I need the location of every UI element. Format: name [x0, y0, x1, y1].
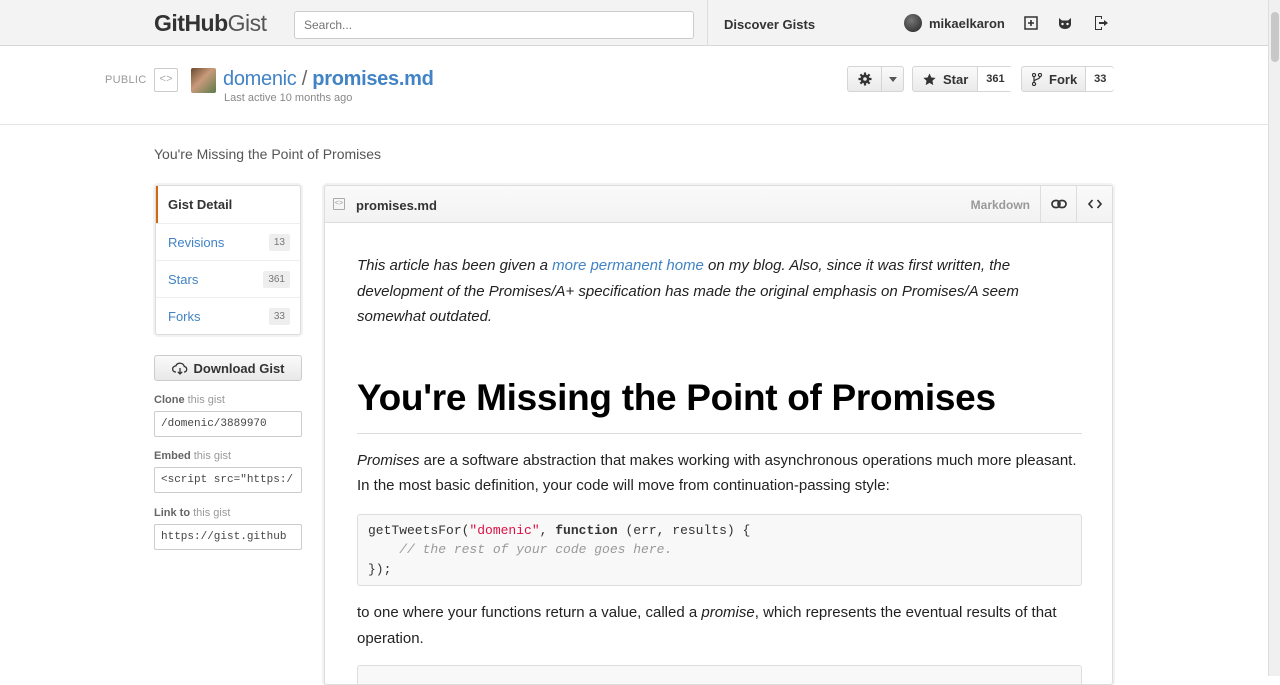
gist-description: You're Missing the Point of Promises	[154, 146, 382, 162]
cloud-download-icon	[171, 362, 187, 375]
file-code-icon: <>	[333, 198, 345, 210]
sign-out-icon[interactable]	[1092, 14, 1110, 32]
github-gist-logo[interactable]: GitHubGist	[154, 10, 267, 37]
code-icon	[1087, 199, 1102, 209]
owner-link[interactable]: domenic	[223, 68, 297, 90]
file-name[interactable]: promises.md	[356, 198, 437, 213]
file-container: <> promises.md Markdown This article has…	[324, 185, 1113, 685]
markdown-body: This article has been given a more perma…	[325, 253, 1112, 684]
last-active: Last active 10 months ago	[224, 92, 353, 104]
clone-label: Clone this gist	[154, 394, 225, 406]
gist-file-link[interactable]: promises.md	[312, 68, 433, 90]
divider	[707, 0, 708, 46]
search-input[interactable]	[294, 11, 694, 39]
link-icon	[1050, 199, 1067, 209]
username: mikaelkaron	[929, 15, 1005, 31]
link-url-field[interactable]: https://gist.github	[154, 524, 302, 550]
sidebar-item-stars[interactable]: Stars 361	[156, 260, 300, 297]
paragraph: Promises are a software abstraction that…	[357, 451, 1077, 495]
star-icon	[923, 72, 936, 85]
top-bar: GitHubGist Discover Gists mikaelkaron	[0, 0, 1268, 46]
view-raw-button[interactable]	[1076, 186, 1112, 222]
embed-label: Embed this gist	[154, 450, 232, 462]
download-gist-button[interactable]: Download Gist	[154, 355, 302, 381]
clone-url-field[interactable]: /domenic/3889970	[154, 411, 302, 437]
intro-paragraph: This article has been given a more perma…	[357, 257, 1019, 325]
file-type: Markdown	[970, 198, 1030, 212]
gear-icon	[848, 72, 881, 86]
paragraph: to one where your functions return a val…	[357, 604, 1057, 647]
star-button[interactable]: Star 361	[912, 66, 1013, 92]
scrollbar-thumb[interactable]	[1271, 12, 1279, 62]
discover-gists-link[interactable]: Discover Gists	[724, 17, 815, 32]
owner-avatar[interactable]	[191, 68, 216, 93]
code-block	[357, 665, 1082, 684]
sidebar-item-gist-detail[interactable]: Gist Detail	[156, 186, 300, 223]
count-badge: 361	[263, 270, 290, 288]
permalink-button[interactable]	[1040, 186, 1076, 222]
chevron-down-icon	[881, 67, 903, 91]
code-file-icon: <>	[154, 68, 178, 92]
embed-code-field[interactable]: <script src="https:/	[154, 467, 302, 493]
gist-header: PUBLIC <> domenic / promises.md Last act…	[0, 46, 1268, 125]
fork-icon	[1032, 72, 1042, 86]
user-menu[interactable]: mikaelkaron	[904, 14, 1005, 32]
new-gist-icon[interactable]	[1022, 14, 1040, 32]
visibility-label: PUBLIC	[105, 74, 147, 86]
fork-button[interactable]: Fork 33	[1021, 66, 1115, 92]
octocat-icon[interactable]	[1056, 14, 1074, 32]
star-count: 361	[977, 67, 1013, 91]
fork-count: 33	[1085, 67, 1115, 91]
count-badge: 33	[268, 307, 290, 325]
settings-dropdown-button[interactable]	[847, 66, 904, 92]
permanent-home-link[interactable]: more permanent home	[552, 257, 704, 274]
page-scrollbar[interactable]	[1268, 0, 1280, 676]
link-label: Link to this gist	[154, 507, 231, 519]
gist-nav-menu: Gist Detail Revisions 13 Stars 361 Forks…	[155, 185, 301, 335]
sidebar-item-revisions[interactable]: Revisions 13	[156, 223, 300, 260]
sidebar-item-forks[interactable]: Forks 33	[156, 297, 300, 334]
code-block: getTweetsFor("domenic", function (err, r…	[357, 513, 1082, 586]
file-header: <> promises.md Markdown	[325, 186, 1112, 223]
avatar	[904, 14, 922, 32]
gist-title: domenic / promises.md	[223, 68, 434, 90]
count-badge: 13	[268, 233, 290, 251]
article-heading: You're Missing the Point of Promises	[357, 373, 1082, 434]
